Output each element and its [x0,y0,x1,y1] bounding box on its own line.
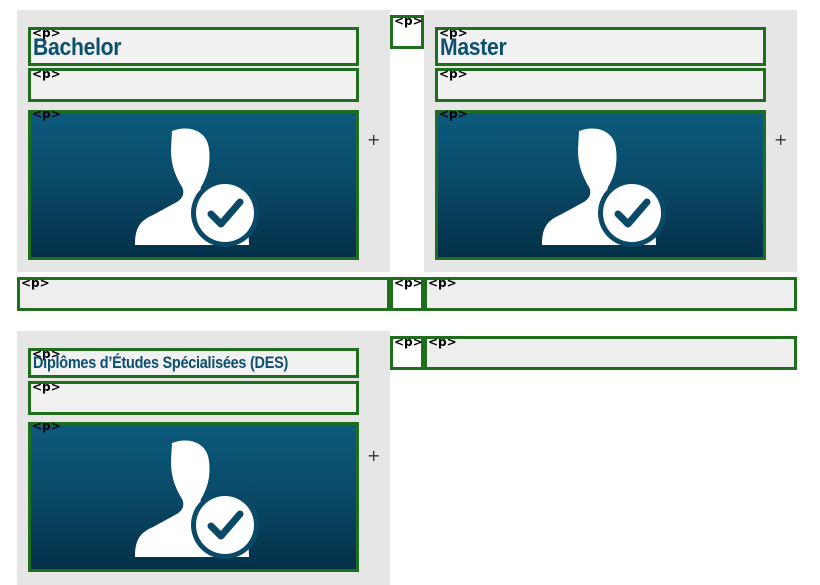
paragraph-slot[interactable]: <p> [17,276,390,311]
paragraph-tag: <p> [32,380,61,394]
card-master-title-block[interactable]: <p> Master [435,26,766,66]
card-des-image[interactable]: <p> [28,419,359,572]
card-des-text-block[interactable]: <p> [28,380,359,415]
card-bachelor-image[interactable]: <p> [28,107,359,260]
paragraph-tag: <p> [21,276,50,290]
paragraph-tag: <p> [32,67,61,81]
card-title: Master [440,34,507,61]
paragraph-tag: <p> [394,335,423,349]
card-des-title-block[interactable]: <p> Diplômes d’Études Spécialisées (DES) [28,347,359,378]
paragraph-tag: <p> [32,107,61,121]
paragraph-tag: <p> [439,67,468,81]
user-check-icon [134,128,259,247]
add-button[interactable]: + [367,448,380,464]
card-title: Diplômes d’Études Spécialisées (DES) [33,353,289,372]
paragraph-slot[interactable]: <p> [390,14,424,49]
paragraph-slot[interactable]: <p> [424,276,797,311]
card-title: Bachelor [33,34,122,61]
add-button[interactable]: + [367,132,380,148]
user-check-icon [134,440,259,559]
paragraph-slot[interactable]: <p> [424,335,797,370]
paragraph-tag: <p> [439,107,468,121]
paragraph-tag: <p> [428,335,457,349]
add-button[interactable]: + [774,132,787,148]
card-master-text-block[interactable]: <p> [435,67,766,102]
paragraph-slot[interactable]: <p> [390,335,424,370]
paragraph-tag: <p> [32,419,61,433]
paragraph-tag: <p> [428,276,457,290]
paragraph-slot[interactable]: <p> [390,276,424,311]
card-master-image[interactable]: <p> [435,107,766,260]
card-bachelor-title-block[interactable]: <p> Bachelor [28,26,359,66]
paragraph-tag: <p> [394,14,423,28]
user-check-icon [541,128,666,247]
card-bachelor-text-block[interactable]: <p> [28,67,359,102]
paragraph-tag: <p> [394,276,423,290]
